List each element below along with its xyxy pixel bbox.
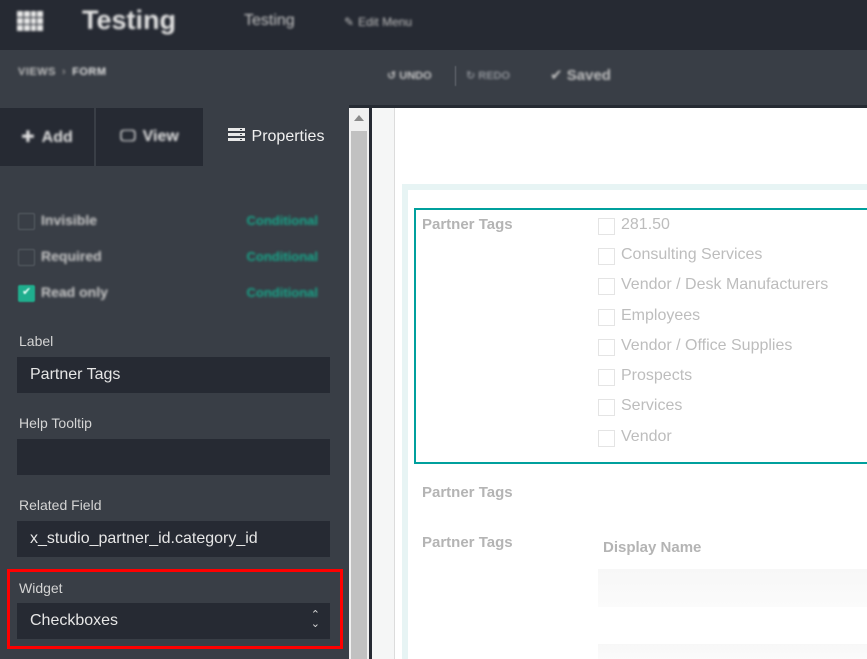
undo-label: UNDO: [399, 70, 432, 82]
undo-icon: ↺: [387, 70, 397, 82]
tag-checkbox[interactable]: [598, 339, 615, 356]
redo-button[interactable]: ↻ REDO: [466, 69, 510, 82]
tab-view[interactable]: 🖵 View: [96, 108, 203, 166]
option-read-only: Read only Conditional: [18, 283, 318, 303]
tag-checkbox[interactable]: [598, 278, 615, 295]
list-row: [598, 644, 867, 659]
saved-status: ✔ Saved: [550, 66, 611, 84]
invisible-checkbox[interactable]: [18, 213, 35, 230]
tab-properties[interactable]: Properties: [203, 108, 349, 166]
tag-checkbox[interactable]: [598, 430, 615, 447]
tag-option-label: Services: [621, 397, 683, 414]
partner-tags-label-2[interactable]: Partner Tags: [422, 484, 513, 501]
sidebar-scrollbar[interactable]: [349, 108, 369, 659]
required-checkbox[interactable]: [18, 249, 35, 266]
tag-option-label: 281.50: [621, 216, 670, 233]
breadcrumb-separator: ›: [61, 66, 67, 78]
breadcrumb-views[interactable]: VIEWS: [18, 66, 56, 78]
option-required: Required Conditional: [18, 247, 318, 267]
required-label: Required: [41, 248, 102, 264]
tab-add[interactable]: ✚ Add: [0, 108, 94, 166]
breadcrumb-form: FORM: [72, 66, 107, 78]
redo-label: REDO: [478, 70, 511, 82]
top-navbar: Testing Testing ✎ Edit Menu: [0, 0, 867, 50]
tab-add-label: Add: [41, 129, 73, 146]
toolbar-divider: [455, 66, 456, 86]
option-invisible: Invisible Conditional: [18, 211, 318, 231]
monitor-icon: 🖵: [120, 128, 136, 145]
tag-option-label: Consulting Services: [621, 246, 763, 263]
tab-view-label: View: [142, 128, 179, 145]
related-field-caption: Related Field: [19, 497, 102, 513]
plus-icon: ✚: [21, 129, 35, 146]
breadcrumb: VIEWS › FORM: [18, 66, 107, 78]
required-conditional-link[interactable]: Conditional: [247, 249, 319, 264]
list-row: [598, 569, 867, 607]
partner-tags-label-1: Partner Tags: [422, 216, 513, 233]
saved-label: Saved: [566, 67, 611, 84]
redo-icon: ↻: [466, 70, 476, 82]
studio-subheader: [0, 50, 867, 105]
read-only-checkbox[interactable]: [18, 285, 35, 302]
invisible-label: Invisible: [41, 212, 98, 228]
edit-menu-label: Edit Menu: [358, 15, 413, 29]
tag-option-label: Employees: [621, 307, 701, 324]
undo-button[interactable]: ↺ UNDO: [387, 69, 432, 82]
read-only-label: Read only: [41, 284, 108, 300]
scrollbar-thumb[interactable]: [351, 131, 367, 659]
read-only-conditional-link[interactable]: Conditional: [247, 285, 319, 300]
widget-highlight-box: [7, 569, 343, 649]
tag-checkbox[interactable]: [598, 399, 615, 416]
checkmark-icon: ✔: [550, 67, 563, 84]
invisible-conditional-link[interactable]: Conditional: [247, 213, 319, 228]
tab-properties-label: Properties: [251, 128, 325, 145]
tag-option-label: Vendor / Desk Manufacturers: [621, 276, 829, 293]
app-title: Testing: [82, 5, 176, 35]
tag-checkbox[interactable]: [598, 218, 615, 235]
tag-option-label: Prospects: [621, 367, 693, 384]
label-field-caption: Label: [19, 333, 54, 349]
edit-menu-button[interactable]: ✎ Edit Menu: [344, 15, 412, 29]
tag-checkbox[interactable]: [598, 369, 615, 386]
pencil-icon: ✎: [344, 15, 355, 29]
label-input[interactable]: [17, 357, 330, 393]
tag-option-label: Vendor / Office Supplies: [621, 337, 793, 354]
scroll-up-arrow-icon[interactable]: [354, 115, 364, 121]
related-field-input[interactable]: [17, 521, 330, 557]
tag-checkbox[interactable]: [598, 309, 615, 326]
list-column-display-name: Display Name: [603, 539, 702, 556]
properties-list-icon: [227, 127, 245, 147]
sidebar-tabs: ✚ Add 🖵 View Properties: [0, 108, 349, 166]
tag-checkbox[interactable]: [598, 248, 615, 265]
apps-grid-icon[interactable]: [17, 11, 43, 31]
help-tooltip-input[interactable]: [17, 439, 330, 475]
tag-option-label: Vendor: [621, 428, 672, 445]
partner-tags-label-3[interactable]: Partner Tags: [422, 534, 513, 551]
nav-menu-testing[interactable]: Testing: [244, 12, 295, 30]
help-tooltip-caption: Help Tooltip: [19, 415, 92, 431]
